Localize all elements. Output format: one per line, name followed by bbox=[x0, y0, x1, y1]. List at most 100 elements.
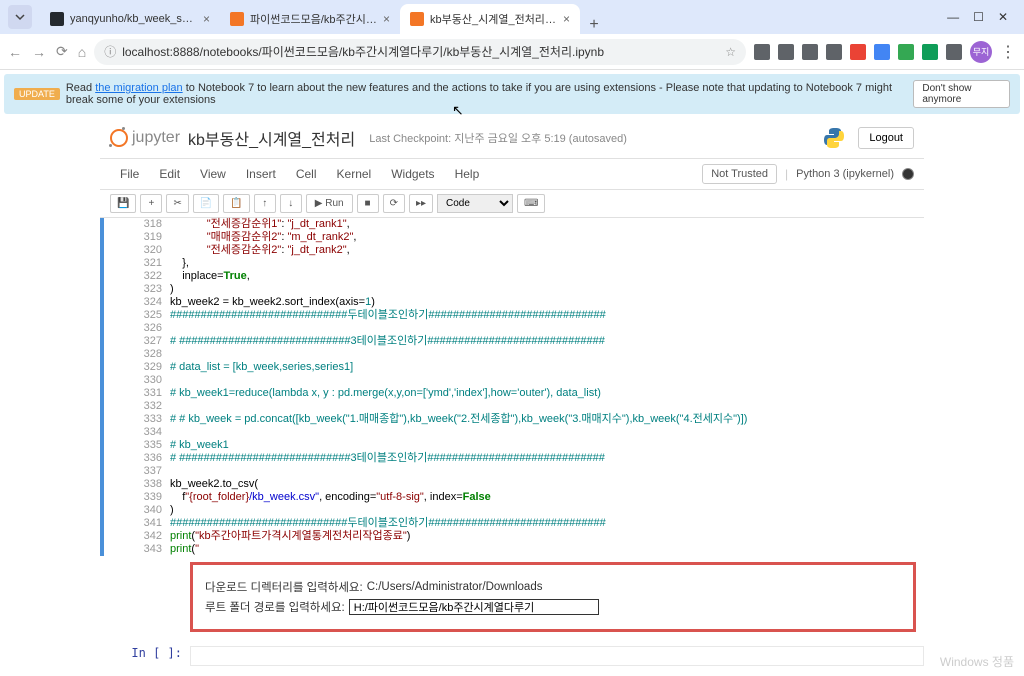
browser-tab-1[interactable]: yanqyunho/kb_week_series_pr... × bbox=[40, 4, 220, 34]
dismiss-banner-button[interactable]: Don't show anymore bbox=[913, 80, 1010, 108]
code-line: 340) bbox=[140, 504, 914, 517]
jupyter-logo-text: jupyter bbox=[132, 129, 180, 147]
empty-code-cell[interactable]: In [ ]: bbox=[100, 642, 924, 670]
jupyter-menubar: File Edit View Insert Cell Kernel Widget… bbox=[100, 158, 924, 190]
window-controls: — ☐ ✕ bbox=[939, 10, 1016, 24]
output-prompt-2: 루트 폴더 경로를 입력하세요: bbox=[205, 599, 345, 615]
menu-kernel[interactable]: Kernel bbox=[327, 163, 382, 185]
close-window-icon[interactable]: ✕ bbox=[998, 10, 1008, 24]
update-badge: UPDATE bbox=[14, 88, 60, 100]
close-icon[interactable]: × bbox=[563, 12, 570, 26]
kernel-name[interactable]: Python 3 (ipykernel) bbox=[796, 168, 894, 180]
back-icon[interactable]: ← bbox=[8, 44, 22, 60]
code-line: 327# ############################3테이블조인하… bbox=[140, 335, 914, 348]
banner-text: Read the migration plan to Notebook 7 to… bbox=[66, 82, 914, 106]
jupyter-toolbar: 💾 + ✂ 📄 📋 ↑ ↓ ▶ Run ■ ⟳ ▸▸ Code ⌨ bbox=[100, 190, 924, 218]
ext-icon[interactable] bbox=[922, 44, 938, 60]
cell-type-select[interactable]: Code bbox=[437, 194, 513, 213]
notebook-container: 318 "전세증감순위1": "j_dt_rank1",319 "매매증감순위2… bbox=[100, 218, 924, 670]
menu-cell[interactable]: Cell bbox=[286, 163, 327, 185]
fast-forward-button[interactable]: ▸▸ bbox=[409, 194, 433, 213]
migration-plan-link[interactable]: the migration plan bbox=[95, 82, 182, 94]
ext-icon[interactable] bbox=[850, 44, 866, 60]
forward-icon[interactable]: → bbox=[32, 44, 46, 60]
menu-widgets[interactable]: Widgets bbox=[381, 163, 444, 185]
code-line: 338kb_week2.to_csv( bbox=[140, 478, 914, 491]
browser-tab-3[interactable]: kb부동산_시계열_전처리 - Jup... × bbox=[400, 4, 580, 34]
code-line: 322 inplace=True, bbox=[140, 270, 914, 283]
ext-icon[interactable] bbox=[754, 44, 770, 60]
menu-help[interactable]: Help bbox=[445, 163, 490, 185]
output-value-1: C:/Users/Administrator/Downloads bbox=[367, 581, 543, 593]
windows-watermark: Windows 정품 bbox=[940, 653, 1014, 670]
jupyter-header: jupyter kb부동산_시계열_전처리 Last Checkpoint: 지… bbox=[100, 118, 924, 158]
address-bar-row: ← → ⟳ ⌂ ⓘ localhost:8888/notebooks/파이썬코드… bbox=[0, 34, 1024, 70]
minimize-icon[interactable]: — bbox=[947, 10, 959, 24]
search-tabs-button[interactable] bbox=[8, 5, 32, 29]
ext-icon[interactable] bbox=[946, 44, 962, 60]
profile-avatar[interactable]: 무지 bbox=[970, 41, 992, 63]
code-cell[interactable]: 318 "전세증감순위1": "j_dt_rank1",319 "매매증감순위2… bbox=[100, 218, 924, 556]
menu-file[interactable]: File bbox=[110, 163, 149, 185]
code-line: 324kb_week2 = kb_week2.sort_index(axis=1… bbox=[140, 296, 914, 309]
ext-icon[interactable] bbox=[778, 44, 794, 60]
address-bar[interactable]: ⓘ localhost:8888/notebooks/파이썬코드모음/kb주간시… bbox=[94, 39, 746, 65]
tab-title: kb부동산_시계열_전처리 - Jup... bbox=[430, 11, 557, 27]
copy-button[interactable]: 📄 bbox=[193, 194, 219, 213]
tab-title: yanqyunho/kb_week_series_pr... bbox=[70, 13, 197, 25]
menu-edit[interactable]: Edit bbox=[149, 163, 190, 185]
jupyter-logo[interactable]: jupyter bbox=[110, 129, 180, 147]
site-info-icon[interactable]: ⓘ bbox=[104, 43, 116, 60]
code-line: 330 bbox=[140, 374, 914, 387]
output-prompt-1: 다운로드 디렉터리를 입력하세요: bbox=[205, 579, 363, 595]
save-button[interactable]: 💾 bbox=[110, 194, 136, 213]
move-down-button[interactable]: ↓ bbox=[280, 194, 302, 213]
code-line: 333# # kb_week = pd.concat([kb_week("1.매… bbox=[140, 413, 914, 426]
home-icon[interactable]: ⌂ bbox=[78, 44, 86, 60]
ext-icon[interactable] bbox=[802, 44, 818, 60]
stop-button[interactable]: ■ bbox=[357, 194, 379, 213]
trusted-badge[interactable]: Not Trusted bbox=[702, 164, 777, 184]
extensions-area: 무지 ⋮ bbox=[754, 41, 1016, 63]
menu-insert[interactable]: Insert bbox=[236, 163, 286, 185]
jupyter-icon bbox=[230, 12, 244, 26]
code-line: 335# kb_week1 bbox=[140, 439, 914, 452]
empty-code-input[interactable] bbox=[190, 646, 924, 666]
github-icon bbox=[50, 12, 64, 26]
code-line: 332 bbox=[140, 400, 914, 413]
notebook-name[interactable]: kb부동산_시계열_전처리 bbox=[188, 126, 355, 150]
close-icon[interactable]: × bbox=[203, 12, 210, 26]
maximize-icon[interactable]: ☐ bbox=[973, 10, 984, 24]
code-line: 336# ############################3테이블조인하… bbox=[140, 452, 914, 465]
add-cell-button[interactable]: + bbox=[140, 194, 162, 213]
ext-icon[interactable] bbox=[826, 44, 842, 60]
restart-button[interactable]: ⟳ bbox=[383, 194, 405, 213]
code-line: 326 bbox=[140, 322, 914, 335]
paste-button[interactable]: 📋 bbox=[223, 194, 249, 213]
close-icon[interactable]: × bbox=[383, 12, 390, 26]
reload-icon[interactable]: ⟳ bbox=[56, 43, 68, 60]
command-palette-button[interactable]: ⌨ bbox=[517, 194, 545, 213]
code-line: 319 "매매증감순위2": "m_dt_rank2", bbox=[140, 231, 914, 244]
cut-button[interactable]: ✂ bbox=[166, 194, 188, 213]
bookmark-icon[interactable]: ☆ bbox=[725, 45, 736, 59]
code-editor[interactable]: 318 "전세증감순위1": "j_dt_rank1",319 "매매증감순위2… bbox=[140, 218, 924, 556]
stdin-input[interactable] bbox=[349, 599, 599, 615]
browser-tab-strip: yanqyunho/kb_week_series_pr... × 파이썬코드모음… bbox=[0, 0, 1024, 34]
ext-icon[interactable] bbox=[874, 44, 890, 60]
new-tab-button[interactable]: + bbox=[580, 16, 608, 34]
code-line: 334 bbox=[140, 426, 914, 439]
code-line: 323) bbox=[140, 283, 914, 296]
code-line: 325#############################두테이블조인하기… bbox=[140, 309, 914, 322]
run-button[interactable]: ▶ Run bbox=[306, 194, 353, 213]
menu-icon[interactable]: ⋮ bbox=[1000, 42, 1016, 62]
menu-view[interactable]: View bbox=[190, 163, 236, 185]
code-line: 318 "전세증감순위1": "j_dt_rank1", bbox=[140, 218, 914, 231]
code-line: 328 bbox=[140, 348, 914, 361]
logout-button[interactable]: Logout bbox=[858, 127, 914, 149]
move-up-button[interactable]: ↑ bbox=[254, 194, 276, 213]
jupyter-logo-icon bbox=[110, 129, 128, 147]
ext-icon[interactable] bbox=[898, 44, 914, 60]
browser-tab-2[interactable]: 파이썬코드모음/kb주간시계열... × bbox=[220, 4, 400, 34]
tab-title: 파이썬코드모음/kb주간시계열... bbox=[250, 11, 377, 27]
